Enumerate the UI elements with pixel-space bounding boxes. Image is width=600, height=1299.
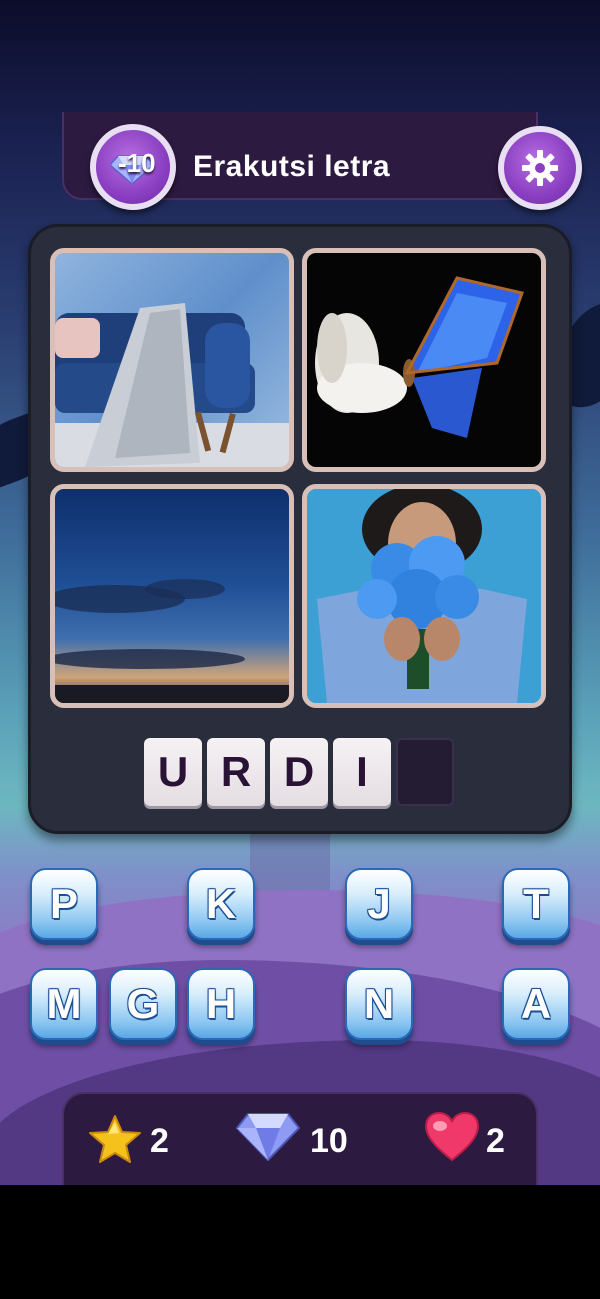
letter-key-m[interactable]: M (30, 968, 98, 1040)
letter-key-g[interactable]: G (109, 968, 177, 1040)
puzzle-image-3 (50, 484, 294, 708)
sofa-illustration (55, 303, 289, 467)
letter-key-p[interactable]: P (30, 868, 98, 940)
stars-count: 2 (150, 1122, 169, 1160)
gems-count: 10 (310, 1122, 348, 1160)
puzzle-image-1 (50, 248, 294, 472)
sky-illustration (55, 579, 289, 703)
diamond-icon (236, 1113, 300, 1161)
butterfly-illustration (315, 276, 524, 438)
letter-key-a[interactable]: A (502, 968, 570, 1040)
gear-icon (522, 150, 558, 186)
puzzle-image-2 (302, 248, 546, 472)
settings-button[interactable] (498, 126, 582, 210)
level-title: Erakutsi letra (193, 150, 391, 183)
lives-count: 2 (486, 1122, 505, 1160)
answer-slot-4[interactable]: I (333, 738, 391, 806)
letter-key-j[interactable]: J (345, 868, 413, 940)
answer-slot-3[interactable]: D (270, 738, 328, 806)
star-icon (89, 1115, 141, 1163)
hint-button[interactable]: -10 (90, 124, 176, 210)
letter-key-n[interactable]: N (345, 968, 413, 1040)
answer-slot-2[interactable]: R (207, 738, 265, 806)
flowers-illustration (317, 489, 527, 703)
hint-cost: -10 (118, 148, 156, 178)
system-navigation-area (0, 1185, 600, 1299)
letter-key-k[interactable]: K (187, 868, 255, 940)
puzzle-image-4 (302, 484, 546, 708)
heart-icon (424, 1112, 480, 1162)
answer-slot-5[interactable] (396, 738, 454, 806)
answer-slot-1[interactable]: U (144, 738, 202, 806)
letter-key-t[interactable]: T (502, 868, 570, 940)
letter-key-h[interactable]: H (187, 968, 255, 1040)
